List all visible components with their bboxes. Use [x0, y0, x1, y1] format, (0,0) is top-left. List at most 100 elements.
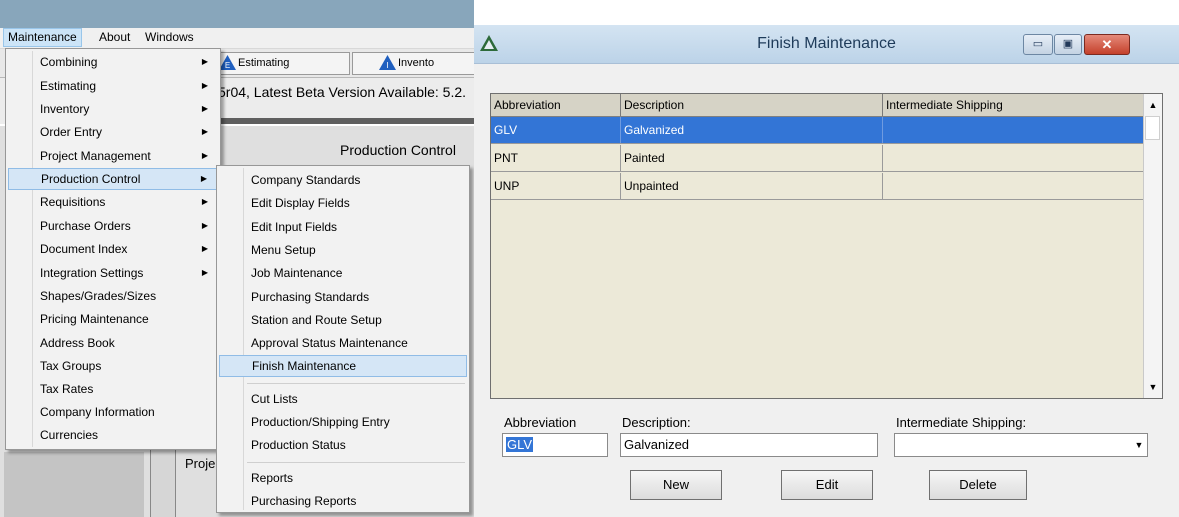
cell-intermediate-shipping[interactable] — [883, 117, 1143, 143]
submenu-arrow-icon: ▶ — [200, 174, 207, 183]
menu-item-shapes-grades-sizes[interactable]: Shapes/Grades/Sizes — [8, 285, 218, 307]
vertical-scrollbar[interactable]: ▲ ▼ — [1143, 94, 1162, 398]
menu-item-company-information[interactable]: Company Information — [8, 401, 218, 423]
menu-item-label: Reports — [251, 470, 294, 485]
menu-item-label: Purchasing Reports — [251, 493, 357, 508]
cell-intermediate-shipping[interactable] — [883, 173, 1143, 199]
menu-item-production-control[interactable]: Production Control ▶ — [8, 168, 218, 190]
cell-description[interactable]: Painted — [621, 145, 883, 171]
menu-separator — [247, 461, 465, 463]
menu-item-requisitions[interactable]: Requisitions ▶ — [8, 191, 218, 213]
table-row[interactable]: UNP Unpainted — [491, 173, 1143, 200]
menu-item-label: Production/Shipping Entry — [251, 415, 390, 429]
close-button[interactable]: ✕ — [1084, 34, 1130, 55]
table-row[interactable]: GLV Galvanized — [491, 117, 1143, 144]
menu-item-estimating[interactable]: Estimating ▶ — [8, 75, 218, 97]
project-label: Proje — [185, 456, 216, 471]
svg-text:I: I — [386, 61, 388, 70]
submenu-arrow-icon: ▶ — [201, 81, 208, 90]
tab-label: Invento — [398, 57, 435, 69]
menu-item-label: Company Information — [40, 405, 155, 419]
menu-item-integration-settings[interactable]: Integration Settings ▶ — [8, 262, 218, 284]
column-header-intermediate-shipping[interactable]: Intermediate Shipping — [883, 94, 1143, 116]
background-application: Maintenance About Windows E Estimating I… — [0, 0, 474, 517]
menu-item-label: Estimating — [40, 79, 97, 93]
delete-button[interactable]: Delete — [929, 470, 1027, 500]
abbreviation-label: Abbreviation — [504, 415, 577, 430]
scroll-thumb[interactable] — [1145, 116, 1160, 140]
submenu-arrow-icon: ▶ — [201, 197, 208, 206]
menu-item-combining[interactable]: Combining ▶ — [8, 51, 218, 73]
menu-bar: Maintenance About Windows — [0, 28, 474, 49]
menu-item-label: Edit Input Fields — [251, 219, 338, 234]
menu-maintenance[interactable]: Maintenance — [3, 28, 82, 47]
menu-item-job-maintenance[interactable]: Job Maintenance — [219, 262, 467, 284]
table-row[interactable]: PNT Painted — [491, 145, 1143, 172]
cell-intermediate-shipping[interactable] — [883, 145, 1143, 171]
panel-block — [4, 452, 144, 517]
menu-item-label: Production Status — [251, 438, 346, 453]
app-title-strip — [0, 0, 474, 28]
menu-item-edit-input-fields[interactable]: Edit Input Fields — [219, 216, 467, 238]
edit-button[interactable]: Edit — [781, 470, 873, 500]
menu-item-document-index[interactable]: Document Index ▶ — [8, 238, 218, 260]
cell-abbreviation[interactable]: GLV — [491, 117, 621, 143]
scroll-down-icon[interactable]: ▼ — [1144, 378, 1162, 396]
menu-item-tax-groups[interactable]: Tax Groups — [8, 355, 218, 377]
menu-item-label: Tax Rates — [40, 382, 94, 396]
menu-item-tax-rates[interactable]: Tax Rates — [8, 378, 218, 400]
menu-item-label: Order Entry — [40, 125, 103, 139]
menu-item-production-shipping-entry[interactable]: Production/Shipping Entry — [219, 411, 467, 433]
intermediate-shipping-select[interactable]: ▼ — [894, 433, 1148, 457]
menu-item-label: Menu Setup — [251, 242, 316, 257]
cell-description[interactable]: Unpainted — [621, 173, 883, 199]
maintenance-menu: Combining ▶ Estimating ▶ Inventory ▶ Order Ent… — [5, 48, 221, 450]
menu-item-edit-display-fields[interactable]: Edit Display Fields — [219, 192, 467, 214]
menu-item-purchase-orders[interactable]: Purchase Orders ▶ — [8, 215, 218, 237]
tab-inventory[interactable]: I Invento — [352, 52, 474, 75]
maximize-button[interactable]: ▣ — [1054, 34, 1082, 55]
menu-item-address-book[interactable]: Address Book — [8, 332, 218, 354]
menu-item-purchasing-standards[interactable]: Purchasing Standards — [219, 286, 467, 308]
cell-abbreviation[interactable]: PNT — [491, 145, 621, 171]
menu-item-inventory[interactable]: Inventory ▶ — [8, 98, 218, 120]
new-button[interactable]: New — [630, 470, 722, 500]
menu-item-purchasing-reports[interactable]: Purchasing Reports — [219, 490, 467, 512]
description-input[interactable]: Galvanized — [620, 433, 878, 457]
menu-item-label: Integration Settings — [40, 266, 144, 280]
menu-item-label: Station and Route Setup — [251, 312, 382, 327]
menu-about[interactable]: About — [95, 29, 134, 46]
menu-item-label: Finish Maintenance — [252, 359, 357, 374]
production-control-submenu: Company Standards Edit Display Fields Edit… — [216, 165, 470, 513]
column-header-description[interactable]: Description — [621, 94, 883, 116]
cell-abbreviation[interactable]: UNP — [491, 173, 621, 199]
column-header-abbreviation[interactable]: Abbreviation — [491, 94, 621, 116]
menu-item-menu-setup[interactable]: Menu Setup — [219, 239, 467, 261]
title-bar[interactable]: Finish Maintenance ▭ ▣ ✕ — [474, 25, 1179, 64]
finish-grid[interactable]: Abbreviation Description Intermediate Sh… — [490, 93, 1163, 399]
menu-item-station-and-route-setup[interactable]: Station and Route Setup — [219, 309, 467, 331]
tab-estimating[interactable]: E Estimating — [214, 52, 350, 75]
minimize-button[interactable]: ▭ — [1023, 34, 1053, 55]
menu-item-pricing-maintenance[interactable]: Pricing Maintenance — [8, 308, 218, 330]
submenu-arrow-icon: ▶ — [201, 104, 208, 113]
menu-item-cut-lists[interactable]: Cut Lists — [219, 388, 467, 410]
menu-separator — [247, 382, 465, 384]
scroll-up-icon[interactable]: ▲ — [1144, 96, 1162, 114]
menu-windows[interactable]: Windows — [141, 29, 198, 46]
menu-item-reports[interactable]: Reports — [219, 467, 467, 489]
menu-item-project-management[interactable]: Project Management ▶ — [8, 145, 218, 167]
menu-item-label: Job Maintenance — [251, 266, 343, 281]
menu-item-order-entry[interactable]: Order Entry ▶ — [8, 121, 218, 143]
abbreviation-value: GLV — [506, 437, 534, 452]
menu-item-finish-maintenance[interactable]: Finish Maintenance — [219, 355, 467, 378]
menu-item-production-status[interactable]: Production Status — [219, 434, 467, 456]
chevron-down-icon[interactable]: ▼ — [1131, 434, 1147, 456]
abbreviation-input[interactable]: GLV — [502, 433, 608, 457]
cell-description[interactable]: Galvanized — [621, 117, 883, 143]
menu-item-approval-status-maintenance[interactable]: Approval Status Maintenance — [219, 332, 467, 354]
menu-item-company-standards[interactable]: Company Standards — [219, 169, 467, 191]
menu-item-label: Approval Status Maintenance — [251, 336, 408, 351]
menu-item-currencies[interactable]: Currencies — [8, 424, 218, 446]
version-text: 5r04, Latest Beta Version Available: 5.2… — [218, 84, 467, 100]
